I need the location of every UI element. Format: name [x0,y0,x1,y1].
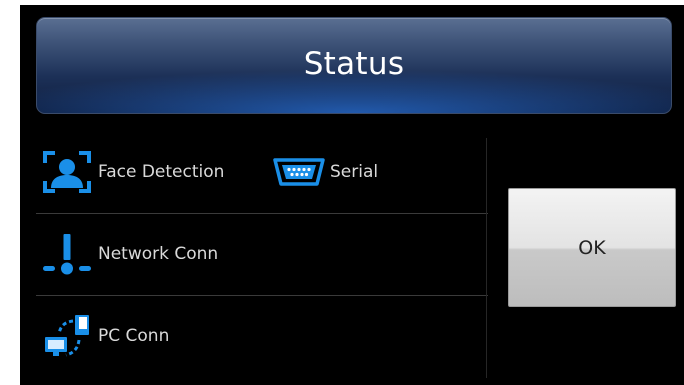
status-row: Face Detection Serial [36,132,488,213]
status-label: Face Detection [98,162,225,182]
face-detection-icon [38,147,96,197]
status-label: Network Conn [98,244,219,264]
ok-button[interactable]: OK [508,188,676,307]
page-title: Status [303,46,405,82]
status-label: PC Conn [98,326,170,346]
status-row: PC Conn [36,296,488,377]
status-row: Network Conn [36,214,488,295]
status-label: Serial [330,162,379,182]
serial-status: Serial [270,147,378,197]
pc-connection-status: PC Conn [38,311,169,361]
status-panel: Face Detection Serial Network Conn PC Co… [36,132,488,385]
pc-connection-icon [38,311,96,361]
status-screen: Status Face Detection Serial Network Con… [20,5,684,385]
serial-port-icon [270,147,328,197]
status-header: Status [36,17,672,114]
column-divider [486,138,487,378]
network-status: Network Conn [38,229,218,279]
face-detection-status: Face Detection [38,147,224,197]
network-icon [38,229,96,279]
